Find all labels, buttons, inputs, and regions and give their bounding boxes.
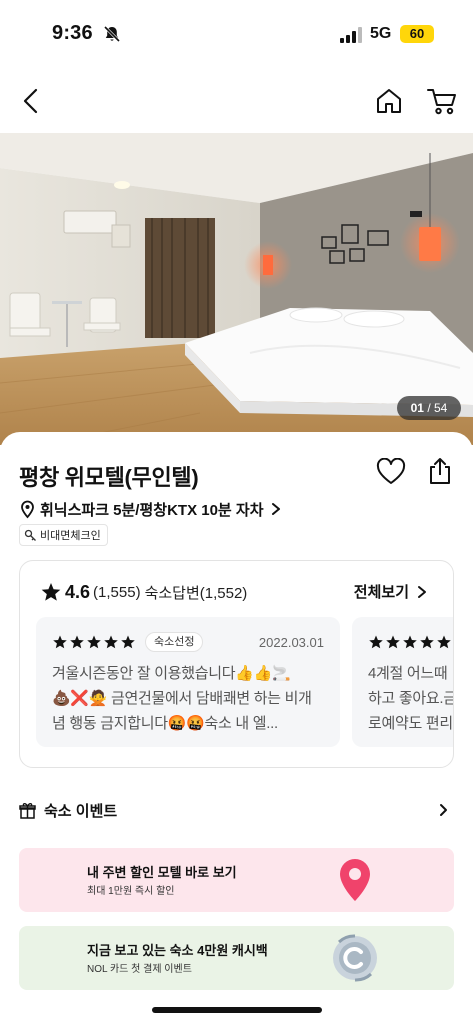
chevron-right-icon bbox=[418, 585, 426, 598]
rating-value: 4.6 bbox=[65, 581, 91, 602]
cashback-coin-icon bbox=[333, 934, 377, 982]
chevron-right-icon bbox=[271, 503, 280, 515]
banner-title: 지금 보고 있는 숙소 4만원 캐시백 bbox=[87, 943, 268, 958]
review-text: 4계절 어느때 하고 좋아요.금 로예약도 편리 bbox=[368, 665, 454, 732]
cart-icon[interactable] bbox=[426, 86, 458, 116]
review-stars bbox=[52, 634, 137, 650]
event-section-header[interactable]: 숙소 이벤트 bbox=[19, 798, 454, 822]
see-all-reviews-link[interactable]: 전체보기 bbox=[354, 581, 427, 602]
star-icon bbox=[403, 635, 417, 649]
map-pin-icon bbox=[340, 859, 370, 901]
gallery-total: 54 bbox=[434, 401, 448, 415]
gallery-counter: 01 / 54 bbox=[397, 396, 461, 420]
key-icon bbox=[24, 529, 36, 541]
share-icon[interactable] bbox=[426, 456, 454, 486]
bell-off-icon bbox=[103, 25, 121, 43]
review-summary-card: 4.6 (1,555) 숙소답변(1,552) 전체보기 숙소선정 2022.0… bbox=[19, 560, 454, 768]
review-stars bbox=[368, 634, 453, 650]
reply-count: 숙소답변(1,552) bbox=[144, 584, 248, 602]
contactless-checkin-tag: 비대면체크인 bbox=[19, 524, 108, 546]
chevron-left-icon[interactable] bbox=[16, 86, 46, 116]
star-icon bbox=[386, 635, 400, 649]
home-indicator bbox=[152, 1007, 322, 1013]
host-pick-badge: 숙소선정 bbox=[145, 632, 204, 652]
rating-summary: 4.6 (1,555) 숙소답변(1,552) bbox=[40, 581, 247, 603]
battery-indicator: 60 bbox=[400, 25, 434, 43]
star-icon bbox=[420, 635, 434, 649]
star-icon bbox=[87, 635, 101, 649]
gift-icon bbox=[19, 802, 36, 819]
chevron-right-icon bbox=[440, 804, 447, 816]
rating-count: (1,555) bbox=[93, 583, 141, 601]
banner-subtitle: 최대 1만원 즉시 할인 bbox=[87, 886, 175, 897]
review-item[interactable]: 4계절 어느때 하고 좋아요.금 로예약도 편리 bbox=[352, 617, 454, 747]
banner-title: 내 주변 할인 모텔 바로 보기 bbox=[87, 865, 237, 880]
location-link[interactable]: 휘닉스파크 5분/평창KTX 10분 자차 bbox=[19, 498, 282, 520]
star-icon bbox=[53, 635, 67, 649]
star-icon bbox=[369, 635, 383, 649]
status-time: 9:36 bbox=[52, 22, 93, 44]
detail-sheet: 평창 위모텔(무인텔) 휘닉스파크 5분/평창KTX 10분 자차 비대면체크인 bbox=[0, 432, 473, 1024]
status-bar: 9:36 5G 60 bbox=[0, 0, 473, 70]
home-icon[interactable] bbox=[374, 86, 404, 116]
nearby-discount-banner[interactable]: 내 주변 할인 모텔 바로 보기 최대 1만원 즉시 할인 bbox=[19, 848, 454, 912]
review-text: 겨울시즌동안 잘 이용했습니다👍👍🚬 💩❌🙅 금연건물에서 담배쾌변 하는 비개… bbox=[52, 665, 312, 732]
location-text: 휘닉스파크 5분/평창KTX 10분 자차 bbox=[40, 501, 264, 519]
star-icon bbox=[437, 635, 451, 649]
star-icon bbox=[104, 635, 118, 649]
tag-label: 비대면체크인 bbox=[40, 530, 101, 542]
star-icon bbox=[70, 635, 84, 649]
signal-icon bbox=[340, 27, 362, 43]
see-all-label: 전체보기 bbox=[353, 584, 409, 601]
network-label: 5G bbox=[370, 25, 392, 42]
gallery-current: 01 bbox=[410, 401, 424, 415]
review-date: 2022.03.01 bbox=[258, 634, 324, 650]
star-icon bbox=[121, 635, 135, 649]
star-icon bbox=[41, 583, 61, 601]
location-pin-icon bbox=[21, 500, 34, 518]
event-title: 숙소 이벤트 bbox=[44, 802, 118, 820]
heart-icon[interactable] bbox=[376, 458, 406, 486]
banner-subtitle: NOL 카드 첫 결제 이벤트 bbox=[87, 964, 192, 975]
gallery-separator: / bbox=[423, 401, 434, 415]
cashback-banner[interactable]: 지금 보고 있는 숙소 4만원 캐시백 NOL 카드 첫 결제 이벤트 bbox=[19, 926, 454, 990]
review-item[interactable]: 숙소선정 2022.03.01 겨울시즌동안 잘 이용했습니다👍👍🚬 💩❌🙅 금… bbox=[36, 617, 340, 747]
hotel-name: 평창 위모텔(무인텔) bbox=[19, 465, 199, 490]
